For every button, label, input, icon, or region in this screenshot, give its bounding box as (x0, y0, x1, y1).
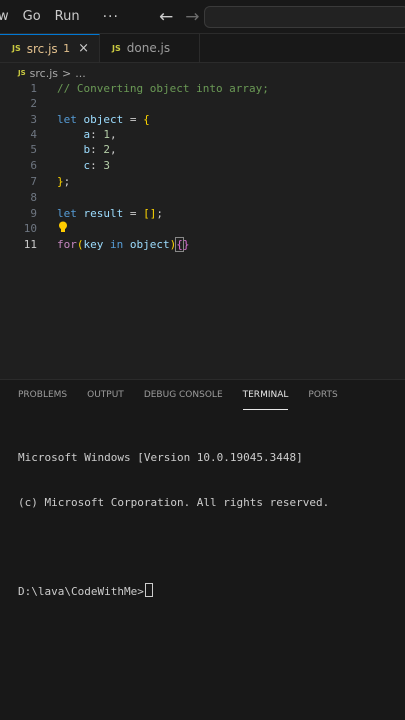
arrow-left-icon[interactable]: ← (159, 7, 173, 27)
problem-count-badge: 1 (63, 42, 71, 55)
terminal-line: Microsoft Windows [Version 10.0.19045.34… (18, 451, 303, 464)
line-number: 10 (23, 222, 37, 235)
tab-ports[interactable]: PORTS (308, 380, 337, 410)
tab-label: done.js (126, 41, 171, 55)
line-number: 2 (30, 97, 37, 110)
chevron-right-icon: > (62, 66, 72, 80)
command-center-search[interactable] (204, 6, 405, 28)
tab-terminal[interactable]: TERMINAL (242, 380, 289, 410)
line-number: 3 (30, 113, 37, 126)
line-number: 4 (30, 128, 37, 141)
tab-label: src.js (26, 41, 58, 56)
js-file-icon: JS (18, 69, 26, 77)
breadcrumb-symbols[interactable]: ... (75, 67, 86, 80)
code-text: a: 1, (83, 128, 117, 141)
terminal-cursor (144, 583, 153, 597)
code-text: }; (57, 175, 71, 188)
line-number: 5 (30, 143, 37, 156)
line-number: 7 (30, 175, 37, 188)
code-line: 3 let object = { (0, 112, 405, 127)
code-line: 6 c: 3 (0, 158, 405, 173)
menu-go[interactable]: Go (16, 9, 48, 24)
tab-debug-console[interactable]: DEBUG CONSOLE (144, 380, 223, 410)
code-line-active: 11 for(key in object){} (0, 237, 405, 252)
line-number: 11 (23, 238, 37, 251)
code-line: 8 (0, 190, 405, 205)
code-text: let object = { (57, 113, 150, 126)
line-number: 1 (30, 82, 37, 95)
code-line: 7 }; (0, 174, 405, 189)
editor-tab-bar: JS src.js 1 × JS done.js (0, 34, 405, 63)
terminal-line: (c) Microsoft Corporation. All rights re… (18, 496, 330, 509)
tab-output[interactable]: OUTPUT (87, 380, 124, 410)
lightbulb-icon[interactable] (58, 221, 68, 233)
panel-tab-bar: PROBLEMS OUTPUT DEBUG CONSOLE TERMINAL P… (0, 380, 405, 410)
bottom-panel: PROBLEMS OUTPUT DEBUG CONSOLE TERMINAL P… (0, 379, 405, 720)
tab-done-js[interactable]: JS done.js (100, 34, 200, 62)
tab-problems[interactable]: PROBLEMS (18, 380, 67, 410)
code-text: for(key in object){} (57, 237, 190, 252)
line-number: 6 (30, 159, 37, 172)
code-line: 1 // Converting object into array; (0, 81, 405, 96)
code-line: 2 (0, 96, 405, 111)
close-icon[interactable]: × (78, 41, 89, 56)
js-file-icon: JS (112, 43, 121, 53)
terminal-output[interactable]: Microsoft Windows [Version 10.0.19045.34… (18, 420, 329, 628)
line-number: 8 (30, 191, 37, 204)
code-text: // Converting object into array; (57, 82, 269, 95)
code-text: b: 2, (83, 143, 117, 156)
code-text: c: 3 (83, 159, 111, 172)
js-file-icon: JS (12, 44, 21, 53)
terminal-prompt: D:\lava\CodeWithMe> (18, 585, 144, 598)
breadcrumb-file[interactable]: src.js (30, 67, 58, 80)
line-number: 9 (30, 207, 37, 220)
code-text: let result = []; (57, 207, 163, 220)
more-menus-icon[interactable]: ··· (103, 9, 119, 25)
arrow-right-icon[interactable]: → (185, 7, 199, 27)
code-line: 9 let result = []; (0, 206, 405, 221)
code-line: 5 b: 2, (0, 142, 405, 157)
tab-src-js[interactable]: JS src.js 1 × (0, 34, 100, 62)
terminal-prompt-line: D:\lava\CodeWithMe> (18, 583, 329, 598)
code-line: 4 a: 1, (0, 127, 405, 142)
menu-run[interactable]: Run (48, 9, 87, 24)
menu-view[interactable]: w (0, 9, 16, 24)
breadcrumb: JS src.js > ... (18, 66, 86, 80)
